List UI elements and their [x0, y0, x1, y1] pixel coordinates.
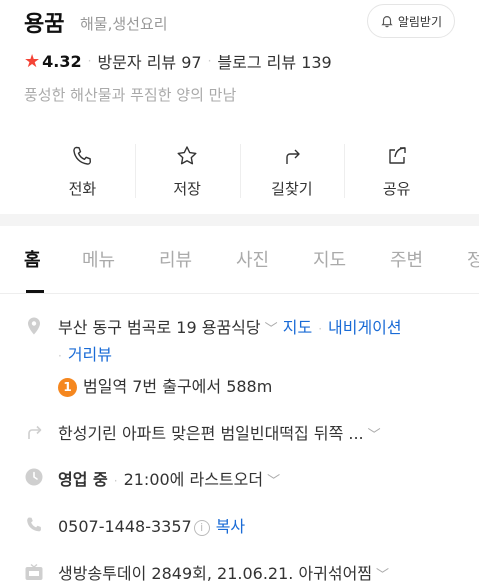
active-tab-indicator [26, 290, 44, 293]
directions-button[interactable]: 길찾기 [239, 138, 345, 204]
save-label: 저장 [173, 180, 201, 198]
phone-icon [27, 517, 41, 532]
info-icon[interactable]: i [193, 520, 210, 536]
chevron-down-icon[interactable]: ﹀ [265, 322, 278, 337]
rating-stats: ★ 4.32 · 방문자 리뷰 97 · 블로그 리뷰 139 [24, 49, 332, 73]
separator-dot: · [318, 322, 323, 336]
call-button[interactable]: 전화 [30, 138, 135, 204]
tv-line[interactable]: 생방송투데이 2849회, 21.06.21. 아귀섞어찜 ﹀ [58, 560, 389, 584]
action-bar: 전화 저장 길찾기 공유 [30, 138, 449, 204]
rating-star-icon: ★ [24, 50, 41, 72]
street-view-link[interactable]: 거리뷰 [68, 345, 112, 364]
call-label: 전화 [68, 180, 97, 198]
tab-bar: 홈 메뉴 리뷰 사진 지도 주변 정 [0, 238, 479, 294]
directions-row: 한성기린 아파트 맞은편 범일빈대떡집 뒤쪽 ... ﹀ [24, 420, 459, 444]
visitor-reviews-link[interactable]: 방문자 리뷰 97 [97, 49, 201, 73]
phone-row: 0507-1448-3357 i 복사 [24, 513, 459, 537]
tv-text: 생방송투데이 2849회, 21.06.21. 아귀섞어찜 [58, 564, 373, 583]
place-header: 용꿈 해물,생선요리 알림받기 [24, 4, 455, 40]
tab-info[interactable]: 정 [467, 246, 479, 272]
subway-line: 1 범일역 7번 출구에서 588m [58, 373, 272, 397]
phone-icon [73, 146, 92, 165]
directions-line[interactable]: 한성기린 아파트 맞은편 범일빈대떡집 뒤쪽 ... ﹀ [58, 420, 381, 444]
separator-dot: · [113, 474, 118, 488]
share-button[interactable]: 공유 [344, 138, 449, 204]
star-icon [177, 146, 197, 165]
alarm-label: 알림받기 [397, 14, 442, 29]
phone-number[interactable]: 0507-1448-3357 [58, 517, 192, 536]
bell-icon [381, 16, 393, 28]
map-link[interactable]: 지도 [283, 318, 312, 337]
hours-text: 21:00에 라스트오더 [123, 470, 264, 489]
tv-icon [25, 563, 43, 580]
separator-dot: · [87, 54, 92, 68]
tab-menu[interactable]: 메뉴 [82, 246, 115, 272]
chevron-down-icon[interactable]: ﹀ [368, 428, 381, 443]
chevron-down-icon[interactable]: ﹀ [376, 568, 389, 583]
section-divider [0, 214, 479, 226]
subway-text: 범일역 7번 출구에서 588m [83, 377, 273, 396]
chevron-down-icon[interactable]: ﹀ [267, 474, 280, 489]
tab-map[interactable]: 지도 [313, 246, 346, 272]
directions-label: 길찾기 [271, 180, 313, 198]
address-text: 부산 동구 범곡로 19 용꿈식당 [58, 318, 261, 337]
subway-line-badge: 1 [58, 378, 77, 397]
tab-reviews[interactable]: 리뷰 [159, 246, 192, 272]
place-description: 풍성한 해산물과 푸짐한 양의 만남 [24, 86, 237, 104]
blog-reviews-link[interactable]: 블로그 리뷰 139 [217, 49, 331, 73]
clock-icon [25, 468, 43, 486]
directions-icon [286, 149, 300, 164]
separator-dot: · [207, 54, 212, 68]
turn-arrow-icon [28, 425, 42, 439]
navigation-link[interactable]: 내비게이션 [328, 318, 402, 337]
hours-line[interactable]: 영업 중 · 21:00에 라스트오더 ﹀ [58, 466, 280, 490]
place-name: 용꿈 [24, 12, 65, 37]
tab-home[interactable]: 홈 [24, 246, 41, 272]
place-category: 해물,생선요리 [80, 15, 168, 33]
tv-row: 생방송투데이 2849회, 21.06.21. 아귀섞어찜 ﹀ [24, 560, 459, 584]
save-button[interactable]: 저장 [134, 138, 240, 204]
alarm-button[interactable]: 알림받기 [366, 4, 455, 38]
street-view-line: · 거리뷰 [58, 341, 112, 365]
tab-nearby[interactable]: 주변 [390, 246, 423, 272]
hours-row: 영업 중 · 21:00에 라스트오더 ﹀ [24, 466, 459, 490]
separator-dot: · [58, 349, 62, 363]
hours-status: 영업 중 [58, 470, 108, 489]
directions-text: 한성기린 아파트 맞은편 범일빈대떡집 뒤쪽 ... [58, 424, 364, 443]
share-icon [388, 147, 406, 164]
address-row: 부산 동구 범곡로 19 용꿈식당 ﹀ 지도 · 내비게이션 [24, 314, 459, 338]
copy-button[interactable]: 복사 [216, 517, 245, 536]
rating-value: 4.32 [42, 51, 82, 71]
tab-photos[interactable]: 사진 [236, 246, 269, 272]
address-line: 부산 동구 범곡로 19 용꿈식당 ﹀ 지도 · 내비게이션 [58, 314, 402, 338]
location-pin-icon [28, 317, 40, 335]
phone-line: 0507-1448-3357 i 복사 [58, 513, 245, 537]
share-label: 공유 [382, 180, 411, 198]
